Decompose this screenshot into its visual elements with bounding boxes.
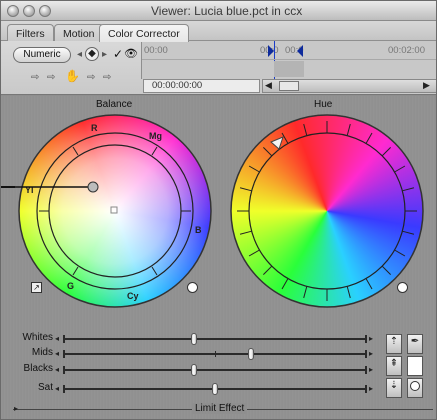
timeline-selection bbox=[274, 61, 304, 77]
scroll-left-icon[interactable]: ◀ bbox=[265, 80, 272, 91]
timeline-tick-label: 00:02:00 bbox=[388, 45, 425, 56]
slider-track[interactable] bbox=[63, 364, 367, 376]
copy-from-2nd-icon[interactable]: ⇨ bbox=[31, 72, 39, 83]
viewer-window: Viewer: Lucia blue.pct in ccx Filters Mo… bbox=[0, 0, 437, 420]
timeline-tick-label: 00:00 bbox=[144, 45, 168, 56]
slider-increment-icon[interactable]: ▸ bbox=[369, 349, 373, 358]
tab-filters-label: Filters bbox=[16, 28, 45, 40]
balance-reset-button[interactable] bbox=[187, 282, 198, 293]
auto-balance-icon[interactable]: ↗ bbox=[31, 282, 42, 293]
match-color-reset-button[interactable] bbox=[407, 378, 423, 398]
out-point-marker[interactable] bbox=[297, 45, 303, 57]
slider-track[interactable] bbox=[63, 348, 367, 360]
copy-to-1st-icon[interactable]: ⇨ bbox=[87, 72, 95, 83]
keyframe-timeline[interactable]: 00:00 00:0 00:0 00:02:00 bbox=[141, 41, 436, 79]
slider-track-end bbox=[365, 335, 367, 343]
scroll-right-icon[interactable]: ▶ bbox=[423, 80, 430, 91]
slider-knob[interactable] bbox=[190, 333, 197, 345]
prev-keyframe-icon[interactable]: ◂ bbox=[77, 49, 82, 60]
balance-handle[interactable] bbox=[87, 181, 99, 193]
hand-drag-icon[interactable]: ✋ bbox=[65, 69, 80, 83]
slider-knob[interactable] bbox=[190, 364, 197, 376]
slider-track-end bbox=[63, 385, 65, 393]
balance-indicator-line-ext bbox=[1, 186, 15, 188]
slider-track-end bbox=[365, 366, 367, 374]
in-point-marker[interactable] bbox=[268, 45, 274, 57]
balance-label-r: R bbox=[91, 123, 98, 133]
eyedropper-icon[interactable]: ✒ bbox=[407, 334, 423, 354]
zoom-window-icon[interactable] bbox=[39, 5, 51, 17]
minimize-window-icon[interactable] bbox=[23, 5, 35, 17]
hue-color-wheel[interactable] bbox=[227, 111, 427, 311]
slider-increment-icon[interactable]: ▸ bbox=[369, 365, 373, 374]
timeline-scrollbar[interactable]: ◀ ▶ bbox=[262, 79, 436, 93]
slider-decrement-icon[interactable]: ◂ bbox=[55, 365, 59, 374]
select-auto-contrast-icon[interactable]: ⇞ bbox=[386, 356, 402, 376]
copy-to-2nd-icon[interactable]: ⇨ bbox=[103, 72, 111, 83]
add-keyframe-icon[interactable]: ◆ bbox=[85, 47, 99, 61]
slider-track-end bbox=[63, 366, 65, 374]
tab-color-corrector-label: Color Corrector bbox=[108, 28, 180, 40]
slider-center-tick bbox=[215, 351, 216, 357]
match-reset-circle-icon bbox=[410, 381, 420, 391]
balance-label-g: G bbox=[67, 281, 74, 291]
tab-color-corrector[interactable]: Color Corrector bbox=[99, 24, 189, 42]
enable-checkmark-icon[interactable]: ✓ bbox=[113, 47, 123, 61]
tab-motion-label: Motion bbox=[63, 28, 95, 40]
visibility-eye-icon[interactable]: 👁 bbox=[124, 47, 138, 60]
balance-label: Balance bbox=[96, 99, 133, 110]
limit-effect-disclosure-icon[interactable]: ▸ bbox=[14, 404, 18, 413]
slider-decrement-icon[interactable]: ◂ bbox=[55, 384, 59, 393]
title-bar[interactable]: Viewer: Lucia blue.pct in ccx bbox=[1, 1, 436, 21]
select-auto-white-icon[interactable]: ⇡ bbox=[386, 334, 402, 354]
balance-color-wheel[interactable]: R Mg B Cy G Yl bbox=[15, 111, 215, 311]
next-keyframe-icon[interactable]: ▸ bbox=[102, 49, 107, 60]
hue-label: Hue bbox=[314, 99, 333, 110]
copy-from-1st-icon[interactable]: ⇨ bbox=[47, 72, 55, 83]
slider-track-end bbox=[365, 385, 367, 393]
slider-track-end bbox=[63, 350, 65, 358]
slider-track[interactable] bbox=[63, 383, 367, 395]
slider-track[interactable] bbox=[63, 333, 367, 345]
select-auto-black-icon[interactable]: ⇣ bbox=[386, 378, 402, 398]
balance-label-cy: Cy bbox=[127, 291, 139, 301]
slider-knob[interactable] bbox=[248, 348, 255, 360]
hue-reset-button[interactable] bbox=[397, 282, 408, 293]
balance-label-mg: Mg bbox=[149, 131, 162, 141]
tab-filters[interactable]: Filters bbox=[7, 24, 54, 42]
slider-track-end bbox=[63, 335, 65, 343]
limit-effect-label[interactable]: Limit Effect bbox=[192, 403, 248, 414]
balance-label-b: B bbox=[195, 225, 202, 235]
close-window-icon[interactable] bbox=[7, 5, 19, 17]
slider-label: Blacks bbox=[23, 363, 53, 374]
control-strip: Numeric ◂ ◆ ▸ ✓ 👁 ⇨ ⇨ ✋ ⇨ ⇨ 00:00 00:0 0… bbox=[1, 41, 436, 95]
numeric-button[interactable]: Numeric bbox=[13, 47, 71, 63]
slider-decrement-icon[interactable]: ◂ bbox=[55, 334, 59, 343]
slider-label: Sat bbox=[37, 382, 53, 393]
slider-row: Sat ◂ ▸ bbox=[1, 382, 381, 402]
match-color-swatch[interactable] bbox=[407, 356, 423, 376]
slider-decrement-icon[interactable]: ◂ bbox=[55, 349, 59, 358]
timeline-divider bbox=[142, 59, 436, 60]
tab-motion[interactable]: Motion bbox=[54, 24, 104, 42]
window-title: Viewer: Lucia blue.pct in ccx bbox=[151, 4, 303, 18]
slider-label: Mids bbox=[31, 347, 53, 358]
slider-knob[interactable] bbox=[212, 383, 218, 395]
scroll-thumb[interactable] bbox=[279, 81, 299, 91]
slider-increment-icon[interactable]: ▸ bbox=[369, 334, 373, 343]
slider-track-end bbox=[365, 350, 367, 358]
slider-label: Whites bbox=[22, 332, 53, 343]
slider-increment-icon[interactable]: ▸ bbox=[369, 384, 373, 393]
slider-row: Blacks ◂ ▸ bbox=[1, 363, 381, 383]
tab-bar: Filters Motion Color Corrector bbox=[1, 21, 436, 42]
timecode-field[interactable]: 00:00:00:00 bbox=[143, 79, 260, 93]
